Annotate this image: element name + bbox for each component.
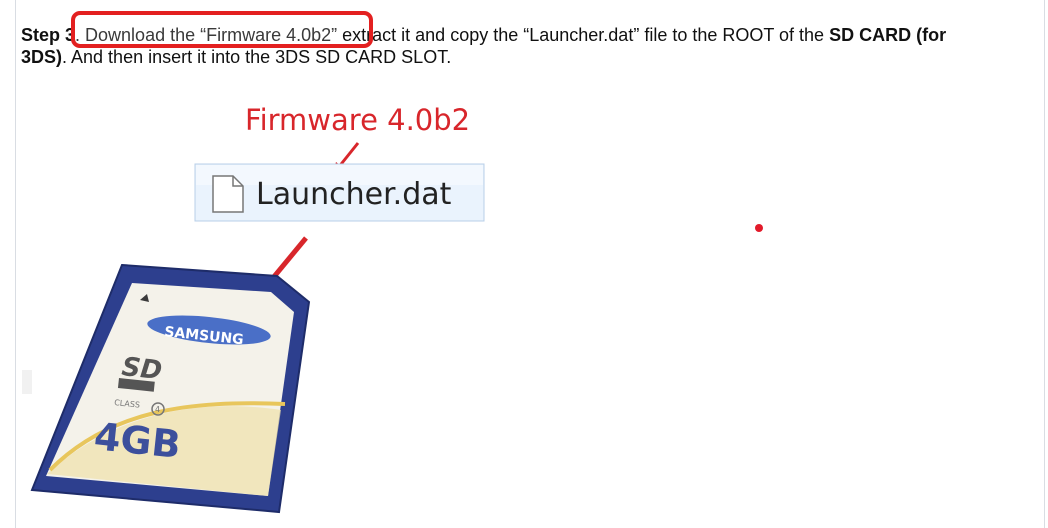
document-icon	[212, 175, 244, 213]
card-class-number: 4	[155, 405, 160, 414]
card-capacity: 4GB	[92, 414, 183, 467]
red-dot-marker	[755, 224, 763, 232]
file-name: Launcher.dat	[256, 177, 452, 212]
sd-card-illustration: Firmware 4.0b2 Launcher.dat SAMSUNG SD C…	[22, 103, 485, 514]
sd-card: SAMSUNG SD CLASS 4 4GB	[30, 263, 311, 514]
folder-caption: Firmware 4.0b2	[245, 103, 470, 137]
faint-mark	[22, 370, 32, 394]
